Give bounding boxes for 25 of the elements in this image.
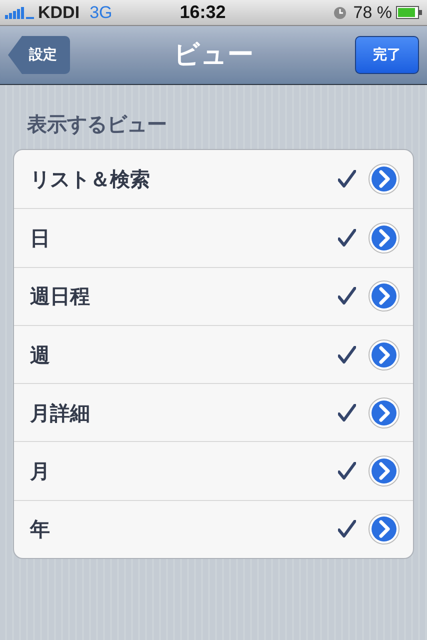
- row-label[interactable]: 週: [30, 340, 338, 370]
- disclosure-button-icon[interactable]: [368, 455, 400, 488]
- disclosure-button-icon[interactable]: [368, 396, 400, 429]
- row-label[interactable]: 月詳細: [30, 398, 338, 428]
- disclosure-button-icon[interactable]: [368, 280, 400, 312]
- section-header: 表示するビュー: [27, 111, 168, 138]
- row-label[interactable]: 年: [30, 514, 338, 544]
- disclosure-button-icon[interactable]: [368, 163, 400, 196]
- clock: 16:32: [180, 1, 226, 24]
- back-button[interactable]: 設定: [8, 36, 70, 74]
- row-label[interactable]: 日: [30, 222, 338, 253]
- signal-icon: [5, 6, 35, 18]
- row-label[interactable]: リスト＆検索: [30, 164, 338, 194]
- battery-percent: 78 %: [353, 2, 392, 24]
- carrier-name: KDDI: [38, 2, 80, 24]
- disclosure-button-icon[interactable]: [368, 513, 400, 546]
- disclosure-button-icon[interactable]: [368, 222, 400, 254]
- battery-icon: [396, 6, 422, 19]
- row-label[interactable]: 週日程: [30, 281, 338, 312]
- nav-title: ビュー: [174, 38, 254, 72]
- clock-icon: [333, 6, 348, 20]
- row-label[interactable]: 月: [30, 456, 338, 486]
- network-type: 3G: [90, 2, 112, 24]
- done-button[interactable]: 完了: [355, 36, 419, 74]
- disclosure-button-icon[interactable]: [368, 338, 400, 371]
